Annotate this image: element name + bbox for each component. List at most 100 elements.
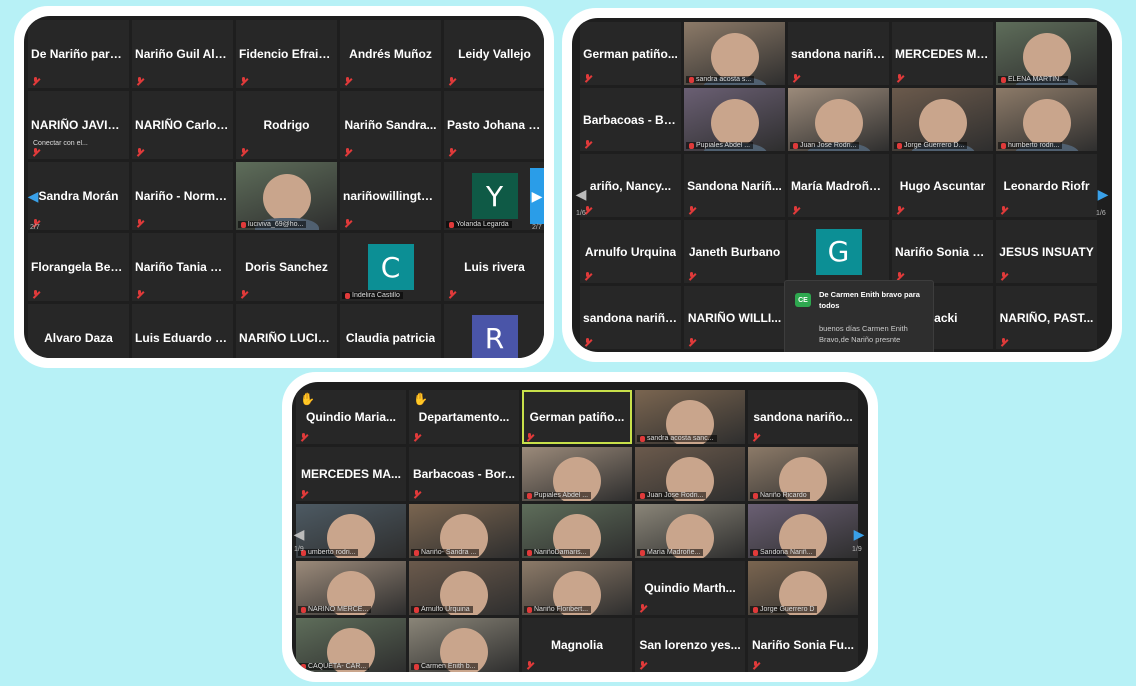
raised-hand-icon: ✋: [300, 392, 315, 406]
mic-muted-icon: [1000, 206, 1007, 214]
participant-tile[interactable]: Pupiales Abdel ...: [522, 447, 632, 501]
participant-tile[interactable]: Arnulfo Urquina: [580, 220, 681, 283]
participant-tile[interactable]: Doris Sanchez: [236, 233, 337, 301]
participant-name: Nariño Ricardo: [750, 492, 810, 499]
participant-tile[interactable]: JESUS INSUATY: [996, 220, 1097, 283]
mic-muted-icon: [301, 606, 306, 613]
participant-tile[interactable]: sandona nariño...: [580, 286, 681, 349]
participant-tile[interactable]: sandona nariño...: [788, 22, 889, 85]
participant-tile[interactable]: Juan Jose Rodri...: [635, 447, 745, 501]
participant-tile[interactable]: Departamento... ✋: [409, 390, 519, 444]
participant-name: MERCEDES MA...: [895, 46, 990, 61]
participant-tile[interactable]: NARIÑO, PAST...: [996, 286, 1097, 349]
participant-tile[interactable]: sandra acosta s...: [684, 22, 785, 85]
participant-tile[interactable]: Hugo Ascuntar: [892, 154, 993, 217]
chat-notification[interactable]: CE De Carmen Enith bravo para todos buen…: [784, 280, 934, 352]
participant-tile[interactable]: Quindio Maria... ✋: [296, 390, 406, 444]
next-page-button[interactable]: ▶: [530, 168, 544, 224]
participant-tile[interactable]: Arnulfo Urquina: [409, 561, 519, 615]
participant-tile[interactable]: Nariño Tania M...: [132, 233, 233, 301]
participant-tile[interactable]: Claudia patricia: [340, 304, 441, 358]
participant-tile[interactable]: luciviva_69@ho...: [236, 162, 337, 230]
participant-tile[interactable]: María Madroñe...: [635, 504, 745, 558]
participant-tile[interactable]: Nariño - Norma...: [132, 162, 233, 230]
participant-name: Barbacoas - Bor...: [412, 467, 516, 481]
person-silhouette: [806, 99, 871, 151]
mic-muted-icon: [792, 206, 799, 214]
participant-tile[interactable]: Alvaro Daza: [28, 304, 129, 358]
participant-tile[interactable]: San lorenzo yes...: [635, 618, 745, 672]
participant-tile[interactable]: María Madroñero: [788, 154, 889, 217]
mic-muted-icon: [414, 663, 419, 670]
participant-tile[interactable]: CAQUETA- CAR...: [296, 618, 406, 672]
participant-tile[interactable]: humberto rodri...: [996, 88, 1097, 151]
participant-tile[interactable]: NARIÑO Carlos...: [132, 91, 233, 159]
participant-name: María Madroñero: [791, 178, 886, 193]
participant-tile[interactable]: De Nariño para...: [28, 20, 129, 88]
participant-tile[interactable]: umberto rodri...: [296, 504, 406, 558]
participant-name-text: Nariño- Sandra ...: [421, 549, 477, 556]
participant-tile[interactable]: G: [788, 220, 889, 283]
participant-name: Nariño Sandra...: [344, 118, 437, 132]
participant-tile[interactable]: NARIÑO MERCE...: [296, 561, 406, 615]
participant-tile[interactable]: NariñoDamaris...: [522, 504, 632, 558]
participant-name-text: umberto rodri...: [308, 549, 356, 556]
page-indicator-right: 1/9: [852, 546, 862, 553]
participant-tile[interactable]: Jorge Guerrero D: [748, 561, 858, 615]
participant-tile[interactable]: ariño, Nancy...: [580, 154, 681, 217]
mic-muted-icon: [640, 435, 645, 442]
participant-tile[interactable]: Nariño Guil Alfr...: [132, 20, 233, 88]
participant-tile[interactable]: MERCEDES MA...: [892, 22, 993, 85]
mic-muted-icon: [688, 338, 695, 346]
next-page-button[interactable]: ▶: [852, 506, 866, 562]
participant-tile[interactable]: German patiño...: [522, 390, 632, 444]
participant-tile[interactable]: Nariño Sonia Fu...: [748, 618, 858, 672]
participant-tile[interactable]: German patiño...: [580, 22, 681, 85]
participant-tile[interactable]: sandra acosta sanc...: [635, 390, 745, 444]
participant-tile[interactable]: Nariño- Sandra ...: [409, 504, 519, 558]
participant-name: Doris Sanchez: [245, 260, 328, 274]
participant-tile[interactable]: Pasto Johana R...: [444, 91, 544, 159]
participant-tile[interactable]: Luis rivera: [444, 233, 544, 301]
participant-tile[interactable]: R: [444, 304, 544, 358]
prev-page-button[interactable]: ◀: [26, 168, 40, 224]
participant-tile[interactable]: NARIÑO LUCIA...: [236, 304, 337, 358]
participant-tile[interactable]: Leidy Vallejo: [444, 20, 544, 88]
prev-page-button[interactable]: ◀: [292, 506, 306, 562]
participant-tile[interactable]: Nariño Ricardo: [748, 447, 858, 501]
participant-tile[interactable]: Rodrigo: [236, 91, 337, 159]
participant-tile[interactable]: ELENA MARTIN...: [996, 22, 1097, 85]
participant-tile[interactable]: sandona nariño...: [748, 390, 858, 444]
participant-tile[interactable]: nariñowillingto...: [340, 162, 441, 230]
participant-tile[interactable]: Juan Jose Rodri...: [788, 88, 889, 151]
participant-tile[interactable]: Florangela Ben...: [28, 233, 129, 301]
participant-tile[interactable]: Janeth Burbano: [684, 220, 785, 283]
participant-tile[interactable]: NARIÑO JAVIER... Conectar con el...: [28, 91, 129, 159]
participant-tile[interactable]: MERCEDES MA...: [296, 447, 406, 501]
participant-tile[interactable]: Carmen Enith b...: [409, 618, 519, 672]
participant-name: Sandona Nariñ...: [687, 178, 782, 193]
participant-tile[interactable]: Sandra Morán: [28, 162, 129, 230]
participant-tile[interactable]: Nariño Floribert...: [522, 561, 632, 615]
participant-tile[interactable]: Pupiales Abdel ...: [684, 88, 785, 151]
participant-tile[interactable]: Sandona Nariñ...: [684, 154, 785, 217]
participant-tile[interactable]: Leonardo Riofr: [996, 154, 1097, 217]
participant-tile[interactable]: Barbacoas - Bor...: [580, 88, 681, 151]
participant-name: Magnolia: [550, 638, 603, 652]
mic-muted-icon: [688, 206, 695, 214]
participant-tile[interactable]: Andrés Muñoz: [340, 20, 441, 88]
participant-tile[interactable]: Luis Eduardo Ri...: [132, 304, 233, 358]
participant-tile[interactable]: Quindio Marth...: [635, 561, 745, 615]
participant-name: Jorge Guerrero D: [750, 606, 818, 613]
participant-tile[interactable]: Magnolia: [522, 618, 632, 672]
participant-tile[interactable]: Nariño Sandra...: [340, 91, 441, 159]
participant-tile[interactable]: Y Yolanda Legarda: [444, 162, 544, 230]
participant-tile[interactable]: C Indelira Castillo: [340, 233, 441, 301]
participant-name: JESUS INSUATY: [999, 244, 1094, 259]
participant-tile[interactable]: Fidencio Efrain...: [236, 20, 337, 88]
participant-tile[interactable]: Jorge Guerrero D...: [892, 88, 993, 151]
participant-tile[interactable]: Barbacoas - Bor...: [409, 447, 519, 501]
participant-tile[interactable]: NARIÑO WILLI...: [684, 286, 785, 349]
participant-tile[interactable]: Nariño Sonia Fu...: [892, 220, 993, 283]
participant-tile[interactable]: Sandona Nariñ...: [748, 504, 858, 558]
